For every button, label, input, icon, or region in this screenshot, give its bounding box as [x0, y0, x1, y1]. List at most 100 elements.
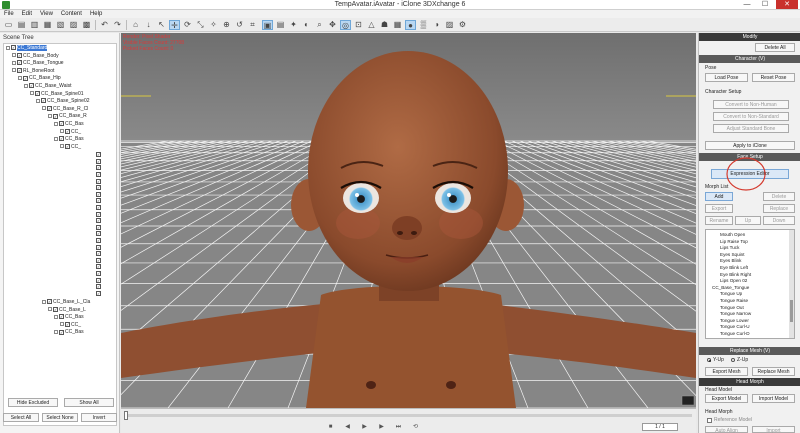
rotate-icon[interactable]: ⟳ — [182, 20, 193, 30]
tree-node-checkbox[interactable]: ✓ — [96, 224, 101, 230]
tree-node-checkbox[interactable]: ✓ — [96, 191, 101, 197]
tree-node-checkbox[interactable]: ✓ — [96, 244, 101, 250]
tree-node-checkbox[interactable]: ✓ — [17, 67, 22, 73]
camera-icon[interactable]: ◐ — [301, 20, 312, 30]
tree-node-checkbox[interactable]: ✓ — [65, 128, 70, 134]
tree-node[interactable]: ✓ CC_Base_Tongue — [12, 60, 64, 67]
tree-expand-icon[interactable] — [18, 76, 22, 81]
import-icon[interactable]: ▥ — [29, 20, 40, 30]
morph-list-scrollbar[interactable] — [789, 230, 794, 338]
tree-node[interactable]: ✓ CC_Bas — [54, 329, 84, 336]
character-section-header[interactable]: Character (V) — [699, 55, 800, 63]
scene-tree[interactable]: ✓ CC_Standard ✓ CC_Base_Body ✓ CC_Base_Tongue… — [3, 43, 117, 426]
export-mesh-button[interactable]: Export Mesh — [705, 367, 748, 376]
tree-expand-icon[interactable] — [54, 330, 58, 335]
add-morph-button[interactable]: Add — [705, 192, 733, 201]
reset-pose-button[interactable]: Reset Pose — [752, 73, 795, 82]
tree-node-checkbox[interactable]: ✓ — [96, 290, 101, 296]
select-none-button[interactable]: Select None — [42, 413, 78, 422]
tree-node-checkbox[interactable]: ✓ — [17, 60, 22, 66]
maximize-button[interactable]: ☐ — [756, 0, 774, 9]
head-morph-section-header[interactable]: Head Morph — [699, 378, 800, 386]
morph-up-button[interactable]: Up — [735, 216, 761, 225]
import-model-button[interactable]: Import Model — [752, 394, 795, 403]
tree-node[interactable]: ✓ RL_BoneRoot — [12, 68, 54, 75]
tree-node[interactable]: ✓ CC_ — [60, 322, 81, 329]
tree-node-checkbox[interactable]: ✓ — [59, 136, 64, 142]
bone-display-icon[interactable]: ☗ — [379, 20, 390, 30]
morph-list-item[interactable]: Eyes Squint — [720, 252, 745, 258]
tree-expand-icon[interactable] — [60, 322, 64, 327]
render-mode-icon[interactable]: ● — [405, 20, 416, 30]
close-button[interactable]: ✕ — [776, 0, 798, 9]
timeline-scrubber[interactable] — [124, 411, 128, 420]
adjust-standard-bone-button[interactable]: Adjust Standard Bone — [713, 124, 789, 133]
reference-model-checkbox[interactable] — [707, 418, 712, 423]
replace-mesh-section-header[interactable]: Replace Mesh (V) — [699, 347, 800, 355]
tree-expand-icon[interactable] — [54, 136, 58, 141]
tree-node-checkbox[interactable]: ✓ — [35, 90, 40, 96]
tree-node[interactable]: ✓ CC_Bas — [54, 314, 84, 321]
tree-node-checkbox[interactable]: ✓ — [96, 204, 101, 210]
tree-node-checkbox[interactable]: ✓ — [65, 321, 70, 327]
tree-expand-icon[interactable] — [6, 45, 10, 50]
import-button[interactable]: Import — [752, 426, 795, 433]
move-icon[interactable]: ✛ — [169, 20, 180, 30]
save-icon[interactable]: ▦ — [42, 20, 53, 30]
morph-list-item[interactable]: Tongue Out — [720, 305, 744, 311]
frame-select-icon[interactable]: ▣ — [262, 20, 273, 30]
next-frame-icon[interactable]: ▶ — [377, 423, 386, 431]
tree-expand-icon[interactable] — [36, 98, 40, 103]
tree-node[interactable]: ✓ CC_Standard — [6, 45, 48, 52]
tree-child-checkbox[interactable]: ✓ — [96, 290, 102, 298]
show-all-button[interactable]: Show All — [64, 398, 114, 407]
previous-frame-icon[interactable]: ◀ — [343, 423, 352, 431]
pan-icon[interactable]: ✥ — [327, 20, 338, 30]
morph-list-item[interactable]: Lips Tuck — [720, 245, 739, 251]
local-axis-icon[interactable]: ⊕ — [221, 20, 232, 30]
morph-list-item[interactable]: Eye Blink Left — [720, 265, 748, 271]
select-all-button[interactable]: Select All — [3, 413, 39, 422]
tree-node[interactable]: ✓ CC_Bas — [54, 121, 84, 128]
tree-node-checkbox[interactable]: ✓ — [96, 185, 101, 191]
orbit-icon[interactable]: ◎ — [340, 20, 351, 30]
shadow-icon[interactable]: ◑ — [431, 20, 442, 30]
tree-node-checkbox[interactable]: ✓ — [41, 98, 46, 104]
tree-expand-icon[interactable] — [24, 83, 28, 88]
open-project-icon[interactable]: ▤ — [16, 20, 27, 30]
stop-icon[interactable]: ■ — [326, 423, 335, 431]
tree-node-checkbox[interactable]: ✓ — [96, 284, 101, 290]
save-as-icon[interactable]: ▨ — [68, 20, 79, 30]
last-frame-icon[interactable]: ⏭ — [394, 423, 403, 431]
tree-node-checkbox[interactable]: ✓ — [17, 52, 22, 58]
tree-node-checkbox[interactable]: ✓ — [29, 83, 34, 89]
morph-down-button[interactable]: Down — [763, 216, 795, 225]
reset-icon[interactable]: ↺ — [234, 20, 245, 30]
tree-node-checkbox[interactable]: ✓ — [96, 211, 101, 217]
tree-expand-icon[interactable] — [48, 307, 52, 312]
tree-expand-icon[interactable] — [48, 114, 52, 119]
play-icon[interactable]: ▶ — [360, 423, 369, 431]
tree-expand-icon[interactable] — [60, 144, 64, 149]
menu-help[interactable]: Help — [86, 10, 106, 18]
tree-node-checkbox[interactable]: ✓ — [96, 218, 101, 224]
morph-list-item[interactable]: Eye Blink Right — [720, 272, 751, 278]
grid-icon[interactable]: ▒ — [418, 20, 429, 30]
replace-morph-button[interactable]: Replace — [763, 204, 795, 213]
tree-expand-icon[interactable] — [54, 314, 58, 319]
loop-icon[interactable]: ⟲ — [411, 423, 420, 431]
tree-expand-icon[interactable] — [12, 68, 16, 73]
menu-file[interactable]: File — [0, 10, 18, 18]
export-model-button[interactable]: Export Model — [705, 394, 748, 403]
arrow-down-icon[interactable]: ↓ — [143, 20, 154, 30]
z-up-radio[interactable] — [731, 358, 735, 362]
minimize-button[interactable]: — — [738, 0, 756, 9]
morph-list-item[interactable]: Tongue Up — [720, 291, 742, 297]
tree-node-checkbox[interactable]: ✓ — [47, 299, 52, 305]
tree-node-checkbox[interactable]: ✓ — [96, 198, 101, 204]
redo-icon[interactable]: ↷ — [112, 20, 123, 30]
apply-to-iclone-button[interactable]: Apply to iClone — [705, 141, 795, 150]
export-icon[interactable]: ▧ — [55, 20, 66, 30]
menu-edit[interactable]: Edit — [18, 10, 36, 18]
tree-expand-icon[interactable] — [42, 106, 46, 111]
